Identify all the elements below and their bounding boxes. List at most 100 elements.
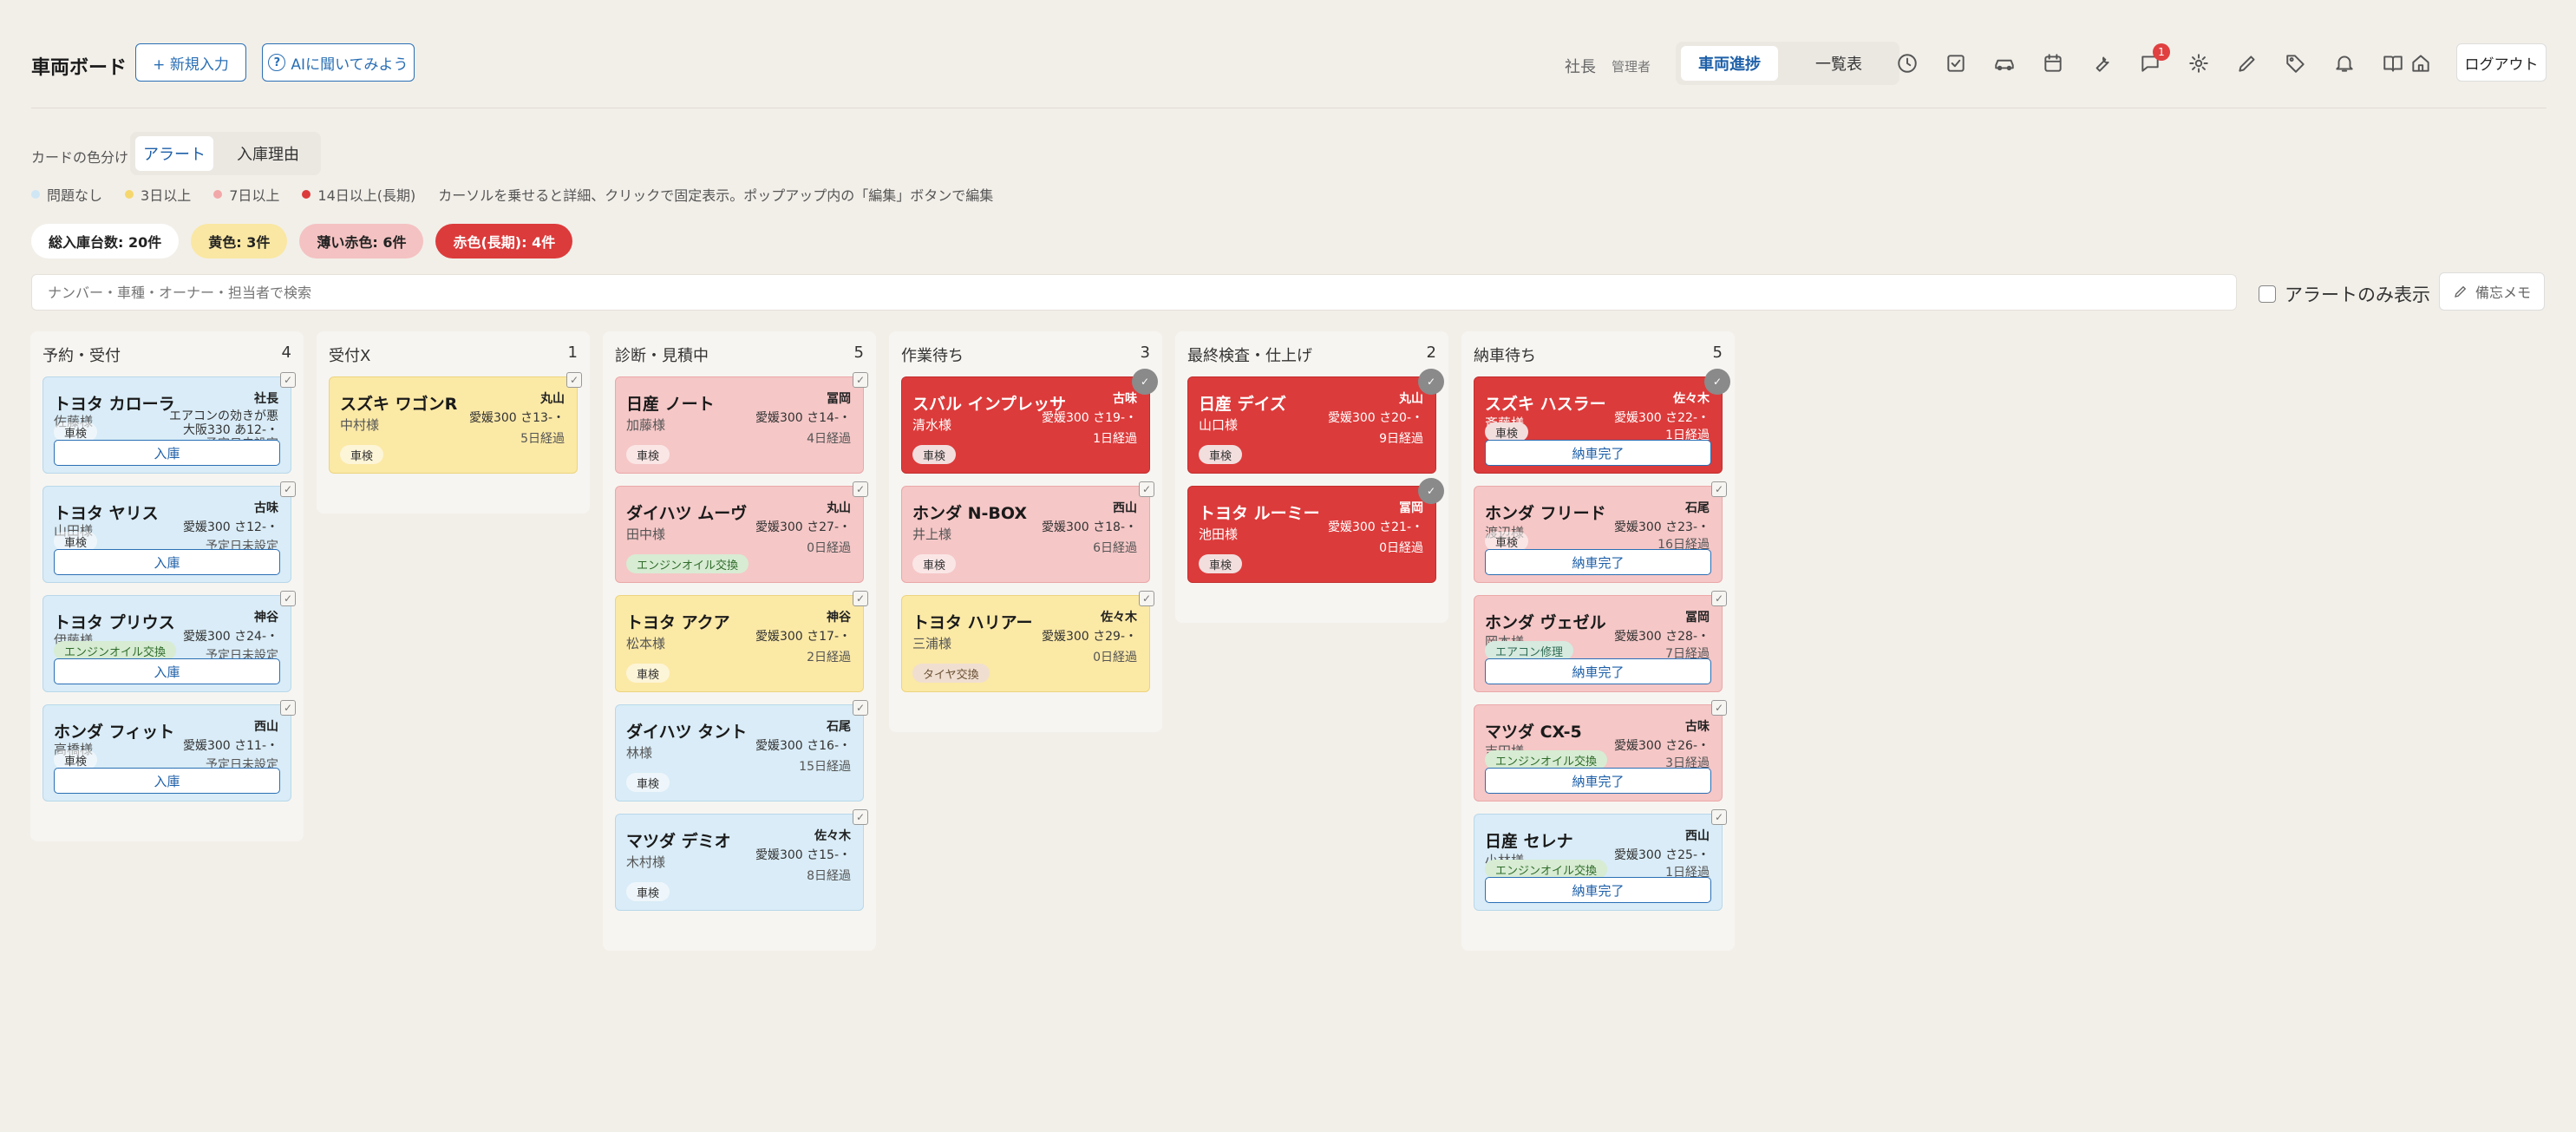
elapsed-days: 0日経過 [807, 541, 851, 555]
select-checkbox-icon[interactable]: ✓ [1711, 591, 1727, 606]
elapsed-days: 0日経過 [1379, 541, 1423, 555]
view-progress-tab[interactable]: 車両進捗 [1681, 46, 1778, 81]
alert-only-toggle[interactable]: アラートのみ表示 [2259, 279, 2430, 309]
vehicle-card[interactable]: ✓マツダ CX-5吉田様古味愛媛300 さ26-・3日経過エンジンオイル交換納車… [1474, 700, 1727, 802]
vehicle-card[interactable]: ✓ トヨタ プリウス 伊藤様 神谷 愛媛300 さ24-・ 予定日未設定 エンジンオイル交換… [42, 591, 296, 692]
action-button[interactable]: 納車完了 [1485, 658, 1711, 684]
staff-name: 佐々木 [814, 829, 851, 843]
select-checkbox-icon[interactable]: ✓ [1139, 481, 1154, 497]
select-checkbox-icon[interactable]: ✓ [566, 372, 582, 388]
action-button[interactable]: 納車完了 [1485, 877, 1711, 903]
yellow-count-chip[interactable]: 黄色: 3件 [191, 224, 288, 258]
pink-count-chip[interactable]: 薄い赤色: 6件 [299, 224, 424, 258]
wrench-icon[interactable] [2089, 50, 2115, 76]
legend-dot [213, 190, 223, 199]
column-title: 納車待ち [1474, 347, 1536, 365]
car-icon[interactable] [1991, 50, 2017, 76]
vehicle-card[interactable]: ✓ スズキ ワゴンR 中村様 丸山 愛媛300 さ13-・ 5日経過 車検 [329, 372, 582, 474]
vehicle-card[interactable]: ✓ トヨタ ハリアー 三浦様 佐々木 愛媛300 さ29-・ 0日経過 タイヤ交換 [901, 591, 1154, 692]
home-icon[interactable] [2408, 50, 2434, 76]
reason-tag: 車検 [912, 445, 957, 464]
vehicle-card[interactable]: ✓ マツダ デミオ 木村様 佐々木 愛媛300 さ15-・ 8日経過 車検 [615, 809, 868, 911]
gear-icon[interactable] [2186, 50, 2212, 76]
elapsed-days: 15日経過 [799, 760, 851, 774]
total-count-chip[interactable]: 総入庫台数: 20件 [31, 224, 180, 258]
owner-name: 林様 [626, 745, 653, 761]
action-button[interactable]: 入庫 [54, 658, 280, 684]
vehicle-card[interactable]: ✓ 日産 ノート 加藤様 冨岡 愛媛300 さ14-・ 4日経過 車検 [615, 372, 868, 474]
vehicle-card[interactable]: ✓ ホンダ フィット 高橋様 西山 愛媛300 さ11-・ 予定日未設定 車検 入庫 [42, 700, 296, 802]
select-checkbox-icon[interactable]: ✓ [853, 809, 868, 825]
reason-tag: エンジンオイル交換 [1485, 860, 1608, 879]
vehicle-card[interactable]: ✓スズキ ハスラー斎藤様佐々木愛媛300 さ22-・1日経過車検納車完了 [1474, 369, 1730, 474]
select-checkbox-icon[interactable]: ✓ [853, 372, 868, 388]
kanban-column: 納車待ち 5 ✓スズキ ハスラー斎藤様佐々木愛媛300 さ22-・1日経過車検納車完… [1461, 331, 1735, 951]
staff-name: 古味 [1685, 720, 1710, 734]
owner-name: 木村様 [626, 854, 666, 870]
select-checkbox-icon[interactable]: ✓ [853, 481, 868, 497]
action-button[interactable]: 納車完了 [1485, 768, 1711, 794]
column-count: 5 [853, 344, 864, 362]
clock-icon[interactable] [1894, 50, 1920, 76]
chat-notification-badge: 1 [2153, 43, 2170, 61]
card-plate: 愛媛300 さ20-・ [1327, 411, 1423, 425]
action-button[interactable]: 入庫 [54, 768, 280, 794]
card-plate: 愛媛300 さ24-・ [182, 630, 278, 644]
select-checkbox-icon[interactable]: ✓ [280, 591, 296, 606]
card-list: ✓トヨタ カローラ佐藤様社長エアコンの効きが悪大阪330 あ12-・予定日未設定… [42, 372, 296, 814]
ask-ai-button[interactable]: ? AIに聞いてみよう [262, 43, 415, 82]
mode-tab-alert[interactable]: アラート [135, 136, 213, 171]
view-list-tab[interactable]: 一覧表 [1787, 46, 1891, 81]
vehicle-card[interactable]: ✓ トヨタ アクア 松本様 神谷 愛媛300 さ17-・ 2日経過 車検 [615, 591, 868, 692]
card-plate: 愛媛300 さ22-・ [1613, 411, 1710, 425]
select-checkbox-icon[interactable]: ✓ [1711, 481, 1727, 497]
bell-icon[interactable] [2331, 50, 2357, 76]
vehicle-card[interactable]: ✓日産 セレナ小林様西山愛媛300 さ25-・1日経過エンジンオイル交換納車完了 [1474, 809, 1727, 911]
vehicle-card[interactable]: ✓ホンダ ヴェゼル岡本様冨岡愛媛300 さ28-・7日経過エアコン修理納車完了 [1474, 591, 1727, 692]
column-count: 5 [1712, 344, 1723, 362]
select-checkbox-icon[interactable]: ✓ [1139, 591, 1154, 606]
memo-button[interactable]: 備忘メモ [2439, 272, 2545, 311]
select-checkbox-icon[interactable]: ✓ [280, 372, 296, 388]
new-entry-button[interactable]: + 新規入力 [135, 43, 246, 82]
legend-label: 3日以上 [141, 187, 192, 204]
vehicle-card[interactable]: ✓ ダイハツ タント 林様 石尾 愛媛300 さ16-・ 15日経過 車検 [615, 700, 868, 802]
action-button[interactable]: 納車完了 [1485, 549, 1711, 575]
search-input[interactable] [31, 274, 2237, 311]
select-checkbox-icon[interactable]: ✓ [853, 591, 868, 606]
vehicle-card[interactable]: ✓ トヨタ ルーミー 池田様 冨岡 愛媛300 さ21-・ 0日経過 車検 [1187, 478, 1444, 583]
card-list: ✓ 日産 デイズ 山口様 丸山 愛媛300 さ20-・ 9日経過 車検 ✓ トヨタ ルーミー 池田… [1187, 369, 1444, 595]
vehicle-card[interactable]: ✓ホンダ フリード渡辺様石尾愛媛300 さ23-・16日経過車検納車完了 [1474, 481, 1727, 583]
book-icon[interactable] [2380, 50, 2406, 76]
reason-tag: エンジンオイル交換 [54, 641, 177, 660]
vehicle-card[interactable]: ✓ 日産 デイズ 山口様 丸山 愛媛300 さ20-・ 9日経過 車検 [1187, 369, 1444, 474]
logout-button[interactable]: ログアウト [2456, 43, 2547, 82]
kanban-column: 作業待ち 3 ✓ スバル インプレッサ 清水様 古味 愛媛300 さ19-・ 1日経過 車検 ✓ ホ… [889, 331, 1162, 732]
reason-tag: 車検 [626, 664, 670, 683]
action-button[interactable]: 納車完了 [1485, 440, 1711, 466]
alert-only-checkbox[interactable] [2259, 285, 2276, 303]
select-checkbox-icon[interactable]: ✓ [1711, 809, 1727, 825]
mode-tab-reason[interactable]: 入庫理由 [220, 136, 316, 171]
tag-icon[interactable] [2283, 50, 2309, 76]
vehicle-name: マツダ CX-5 [1485, 723, 1582, 742]
staff-name: 冨岡 [1399, 501, 1423, 515]
vehicle-card[interactable]: ✓ トヨタ ヤリス 山田様 古味 愛媛300 さ12-・ 予定日未設定 車検 入庫 [42, 481, 296, 583]
chat-icon[interactable]: 1 [2137, 43, 2170, 76]
staff-name: 西山 [1685, 829, 1710, 843]
select-checkbox-icon[interactable]: ✓ [280, 700, 296, 716]
vehicle-card[interactable]: ✓ スバル インプレッサ 清水様 古味 愛媛300 さ19-・ 1日経過 車検 [901, 369, 1158, 474]
select-checkbox-icon[interactable]: ✓ [853, 700, 868, 716]
action-button[interactable]: 入庫 [54, 549, 280, 575]
vehicle-card[interactable]: ✓トヨタ カローラ佐藤様社長エアコンの効きが悪大阪330 あ12-・予定日未設定… [42, 372, 296, 474]
vehicle-card[interactable]: ✓ ダイハツ ムーヴ 田中様 丸山 愛媛300 さ27-・ 0日経過 エンジンオイル交換 [615, 481, 868, 583]
calendar-icon[interactable] [2040, 50, 2066, 76]
pen-icon[interactable] [2234, 50, 2260, 76]
select-checkbox-icon[interactable]: ✓ [280, 481, 296, 497]
select-checkbox-icon[interactable]: ✓ [1711, 700, 1727, 716]
checklist-icon[interactable] [1943, 50, 1969, 76]
red-count-chip[interactable]: 赤色(長期): 4件 [435, 224, 573, 258]
vehicle-name: マツダ デミオ [626, 832, 731, 851]
action-button[interactable]: 入庫 [54, 440, 280, 466]
vehicle-card[interactable]: ✓ ホンダ N-BOX 井上様 西山 愛媛300 さ18-・ 6日経過 車検 [901, 481, 1154, 583]
